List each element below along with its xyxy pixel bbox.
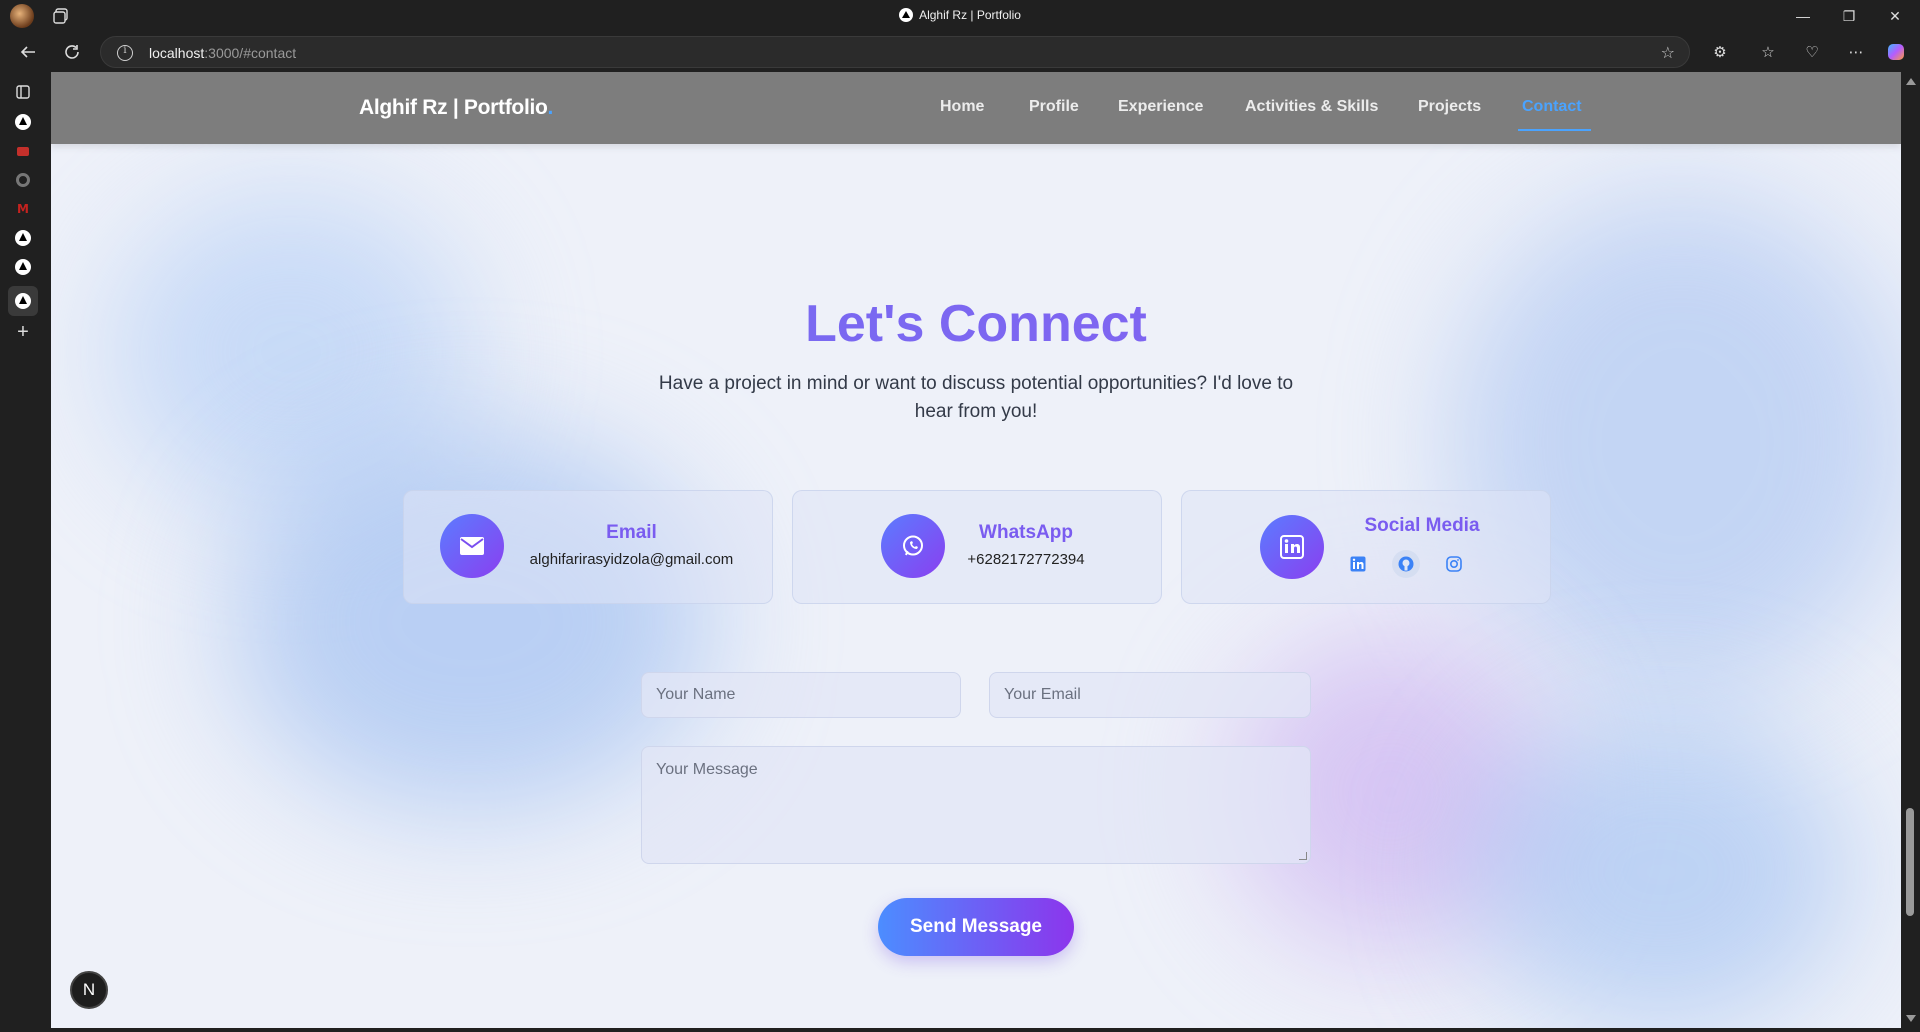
linkedin-link-icon[interactable] [1344, 550, 1372, 578]
nav-link-home[interactable]: Home [940, 98, 984, 116]
scrollbar-thumb[interactable] [1906, 808, 1914, 916]
vertical-tab-vercel-icon[interactable] [13, 257, 33, 277]
nav-link-contact[interactable]: Contact [1522, 98, 1582, 116]
email-input[interactable]: Your Email [989, 672, 1311, 718]
vertical-tab-vercel-icon[interactable] [13, 112, 33, 132]
restore-icon[interactable]: ❐ [1826, 0, 1872, 32]
background-glow [231, 432, 711, 812]
whatsapp-icon-circle [881, 514, 945, 578]
scroll-up-icon[interactable] [1906, 78, 1916, 85]
resize-handle-icon[interactable] [1299, 852, 1307, 860]
send-message-button[interactable]: Send Message [878, 898, 1074, 956]
browser-title-bar: Alghif Rz | Portfolio — ❐ ✕ [0, 0, 1920, 32]
social-card-title: Social Media [1364, 515, 1480, 536]
favorites-icon[interactable]: ☆ [1756, 40, 1780, 64]
back-icon[interactable] [14, 38, 42, 66]
email-icon-circle [440, 514, 504, 578]
linkedin-icon [1280, 535, 1304, 559]
name-input[interactable]: Your Name [641, 672, 961, 718]
whatsapp-icon [903, 535, 923, 556]
site-info-icon[interactable] [117, 45, 133, 61]
site-navbar: Alghif Rz | Portfolio. Home Profile Expe… [51, 72, 1901, 144]
background-glow [1471, 712, 1851, 1028]
browser-essentials-icon[interactable]: ♡ [1800, 40, 1824, 64]
nextjs-dev-indicator[interactable]: N [70, 971, 108, 1009]
page-scrollbar[interactable] [1901, 72, 1920, 1032]
vertical-tab-vercel-icon[interactable] [13, 228, 33, 248]
tab-actions-icon[interactable] [13, 82, 33, 102]
browser-vertical-tabs: M + [0, 72, 50, 1032]
vertical-tab-gmail-icon[interactable]: M [13, 199, 33, 219]
vertical-tab-circle-icon[interactable] [13, 170, 33, 190]
section-subtext: Have a project in mind or want to discus… [658, 373, 1294, 422]
site-brand[interactable]: Alghif Rz | Portfolio. [359, 96, 553, 120]
social-media-card: Social Media [1181, 490, 1551, 604]
whatsapp-card[interactable]: WhatsApp +6282172772394 [792, 490, 1162, 604]
scroll-down-icon[interactable] [1906, 1015, 1916, 1022]
url-text[interactable]: localhost:3000/#contact [149, 45, 296, 61]
section-heading: Let's Connect [51, 294, 1901, 354]
page-viewport: Alghif Rz | Portfolio. Home Profile Expe… [51, 72, 1901, 1028]
favorite-star-icon[interactable]: ☆ [1661, 43, 1675, 63]
message-textarea[interactable]: Your Message [641, 746, 1311, 864]
minimize-icon[interactable]: — [1780, 0, 1826, 32]
nav-link-profile[interactable]: Profile [1029, 98, 1079, 116]
email-address[interactable]: alghifarirasyidzola@gmail.com [519, 551, 744, 568]
address-bar[interactable]: localhost:3000/#contact ☆ [100, 36, 1690, 68]
vercel-favicon-icon [899, 8, 914, 22]
nav-link-activities-skills[interactable]: Activities & Skills [1245, 98, 1378, 116]
refresh-icon[interactable] [58, 38, 86, 66]
window-title: Alghif Rz | Portfolio [0, 8, 1920, 22]
nav-link-projects[interactable]: Projects [1418, 98, 1481, 116]
instagram-link-icon[interactable] [1440, 550, 1468, 578]
extensions-icon[interactable]: ⚙ [1708, 40, 1732, 64]
email-card-title: Email [606, 522, 657, 543]
nav-link-experience[interactable]: Experience [1118, 98, 1203, 116]
close-icon[interactable]: ✕ [1872, 0, 1918, 32]
whatsapp-number[interactable]: +6282172772394 [961, 551, 1091, 568]
vertical-tab-youtube-icon[interactable] [13, 141, 33, 161]
envelope-icon [460, 537, 484, 555]
social-icon-circle [1260, 515, 1324, 579]
background-glow [1451, 192, 1901, 692]
new-tab-plus-icon[interactable]: + [13, 321, 33, 343]
github-link-icon[interactable] [1392, 550, 1420, 578]
copilot-icon[interactable] [1884, 40, 1908, 64]
vertical-tab-active-vercel-icon[interactable] [8, 286, 38, 316]
active-nav-underline [1518, 129, 1591, 131]
browser-toolbar: localhost:3000/#contact ☆ ⚙ ☆ ♡ ⋯ [0, 32, 1920, 72]
whatsapp-card-title: WhatsApp [979, 522, 1073, 543]
more-menu-icon[interactable]: ⋯ [1844, 40, 1868, 64]
email-card[interactable]: Email alghifarirasyidzola@gmail.com [403, 490, 773, 604]
